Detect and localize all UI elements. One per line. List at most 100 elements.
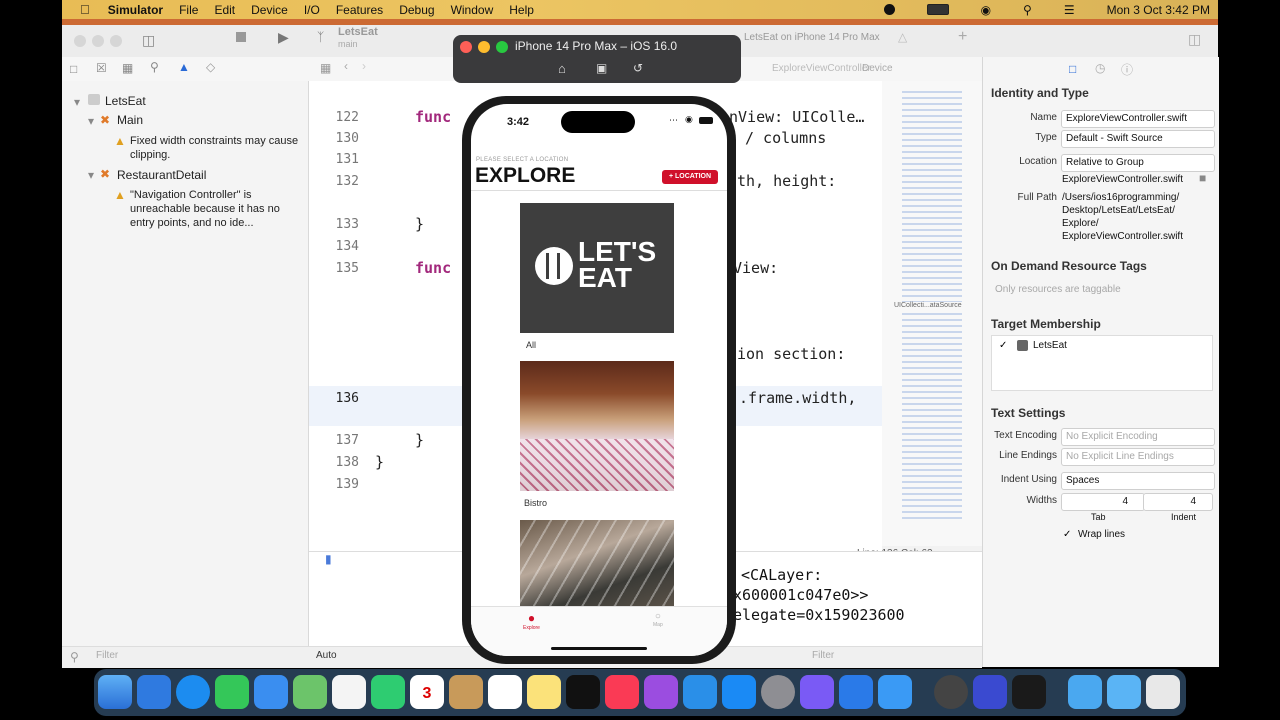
add-icon[interactable]: + (958, 28, 967, 46)
navigator-filter[interactable]: Filter (96, 650, 118, 661)
scheme-target[interactable]: LetsEat on iPhone 14 Pro Max (744, 32, 880, 43)
wifi-icon[interactable]: ◉ (981, 3, 991, 17)
source-control-icon[interactable]: ☒ (96, 61, 107, 75)
warning-icon[interactable]: △ (898, 30, 907, 44)
auto-dropdown[interactable]: Auto (316, 650, 337, 661)
messages-icon[interactable] (215, 675, 249, 709)
forward-icon[interactable]: › (362, 59, 366, 73)
test-icon[interactable]: ◇ (206, 60, 215, 74)
activity-monitor-icon[interactable] (1012, 675, 1046, 709)
folder-icon[interactable]: □ (70, 62, 77, 76)
menu-debug[interactable]: Debug (399, 3, 434, 17)
app-store-icon[interactable] (722, 675, 756, 709)
menu-features[interactable]: Features (336, 3, 383, 17)
menu-file[interactable]: File (179, 3, 198, 17)
screenshot-icon[interactable]: ▣ (596, 61, 607, 75)
menu-window[interactable]: Window (451, 3, 494, 17)
wrap-lines-checkbox[interactable]: ✓ (1063, 529, 1071, 540)
cuisine-cell-3[interactable] (520, 520, 674, 606)
cuisine-cell-all[interactable]: LET'S EAT (520, 203, 674, 333)
menu-app-name[interactable]: Simulator (108, 3, 163, 17)
history-icon[interactable]: ◷ (1095, 61, 1105, 75)
tv-icon[interactable] (566, 675, 600, 709)
find-icon[interactable]: ⚲ (150, 60, 159, 74)
nav-warning-2[interactable]: "Navigation Controller" is unreachable b… (130, 188, 302, 230)
facetime-icon[interactable] (371, 675, 405, 709)
sidebar-toggle-icon[interactable]: ◫ (142, 32, 155, 49)
console-icon[interactable]: ▮ (325, 552, 332, 566)
stop-icon[interactable] (236, 32, 246, 42)
inspector-toggle-icon[interactable]: ◫ (1188, 31, 1201, 48)
folder-icon[interactable]: ■ (1199, 171, 1206, 185)
rotate-icon[interactable]: ↺ (633, 61, 643, 75)
battery-icon[interactable] (926, 4, 949, 15)
safari-icon[interactable] (176, 675, 210, 709)
filter-icon[interactable]: ⚲ (70, 650, 79, 664)
downloads-icon[interactable] (1107, 675, 1141, 709)
home-icon[interactable]: ⌂ (558, 61, 566, 76)
file-inspector-icon[interactable]: □ (1069, 62, 1076, 76)
keynote-icon[interactable] (683, 675, 717, 709)
superstar-icon[interactable] (973, 675, 1007, 709)
menu-io[interactable]: I/O (304, 3, 320, 17)
folder-icon[interactable] (1068, 675, 1102, 709)
quicktime-icon[interactable] (934, 675, 968, 709)
music-icon[interactable] (605, 675, 639, 709)
system-preferences-icon[interactable] (761, 675, 795, 709)
tab-map[interactable]: ○ Map (653, 611, 663, 628)
help-icon[interactable]: ⓘ (1121, 61, 1133, 78)
mail-icon[interactable] (254, 675, 288, 709)
xcode-icon[interactable] (839, 675, 873, 709)
launchpad-icon[interactable] (137, 675, 171, 709)
type-select[interactable]: Default - Swift Source (1061, 130, 1215, 148)
device-tab[interactable]: Device (862, 63, 893, 74)
zoom-button[interactable] (110, 35, 122, 47)
disclosure-icon[interactable]: ▾ (88, 168, 94, 182)
indent-width-stepper[interactable]: 4 (1143, 493, 1213, 511)
name-field[interactable]: ExploreViewController.swift (1061, 110, 1215, 128)
tags-field[interactable]: Only resources are taggable (995, 284, 1121, 295)
minimap[interactable]: UICollecti...ataSource (882, 81, 982, 546)
menu-clock[interactable]: Mon 3 Oct 3:42 PM (1107, 3, 1210, 17)
back-icon[interactable]: ‹ (344, 59, 348, 73)
disclosure-icon[interactable]: ▾ (74, 95, 80, 109)
record-icon[interactable] (883, 4, 895, 15)
menu-help[interactable]: Help (509, 3, 534, 17)
indent-using-select[interactable]: Spaces (1061, 472, 1215, 490)
trash-icon[interactable] (1146, 675, 1180, 709)
apple-menu-icon[interactable]:  (80, 2, 90, 17)
close-button[interactable] (460, 41, 472, 53)
run-icon[interactable]: ▶ (278, 29, 289, 46)
tab-width-stepper[interactable]: 4 (1061, 493, 1145, 511)
control-center-icon[interactable]: ☰ (1064, 3, 1075, 17)
calendar-icon[interactable]: 3 (410, 675, 444, 709)
tab-explore[interactable]: ● Explore (523, 611, 540, 631)
close-button[interactable] (74, 35, 86, 47)
nav-group-main[interactable]: Main (117, 113, 143, 127)
location-button[interactable]: + LOCATION (662, 170, 718, 184)
minimize-button[interactable] (92, 35, 104, 47)
nav-warning-1[interactable]: Fixed width constraints may cause clippi… (130, 134, 300, 162)
reminders-icon[interactable] (488, 675, 522, 709)
contacts-icon[interactable] (449, 675, 483, 709)
issue-icon[interactable]: ▲ (178, 60, 190, 74)
notes-icon[interactable] (527, 675, 561, 709)
podcasts-icon[interactable] (644, 675, 678, 709)
symbol-icon[interactable]: ▦ (122, 61, 133, 75)
finder-icon[interactable] (98, 675, 132, 709)
disclosure-icon[interactable]: ▾ (88, 114, 94, 128)
nav-project[interactable]: LetsEat (105, 94, 146, 108)
minimize-button[interactable] (478, 41, 490, 53)
line-endings-select[interactable]: No Explicit Line Endings (1061, 448, 1215, 466)
target-checkbox[interactable]: ✓ (999, 340, 1007, 351)
search-icon[interactable]: ⚲ (1023, 3, 1032, 17)
xcode-beta-icon[interactable] (878, 675, 912, 709)
encoding-select[interactable]: No Explicit Encoding (1061, 428, 1215, 446)
nav-group-detail[interactable]: RestaurantDetail (117, 168, 206, 182)
zoom-button[interactable] (496, 41, 508, 53)
console-filter[interactable]: Filter (812, 650, 834, 661)
photos-icon[interactable] (332, 675, 366, 709)
cuisine-cell-bistro[interactable] (520, 361, 674, 491)
grid-icon[interactable]: ▦ (320, 61, 331, 75)
feedback-icon[interactable] (800, 675, 834, 709)
